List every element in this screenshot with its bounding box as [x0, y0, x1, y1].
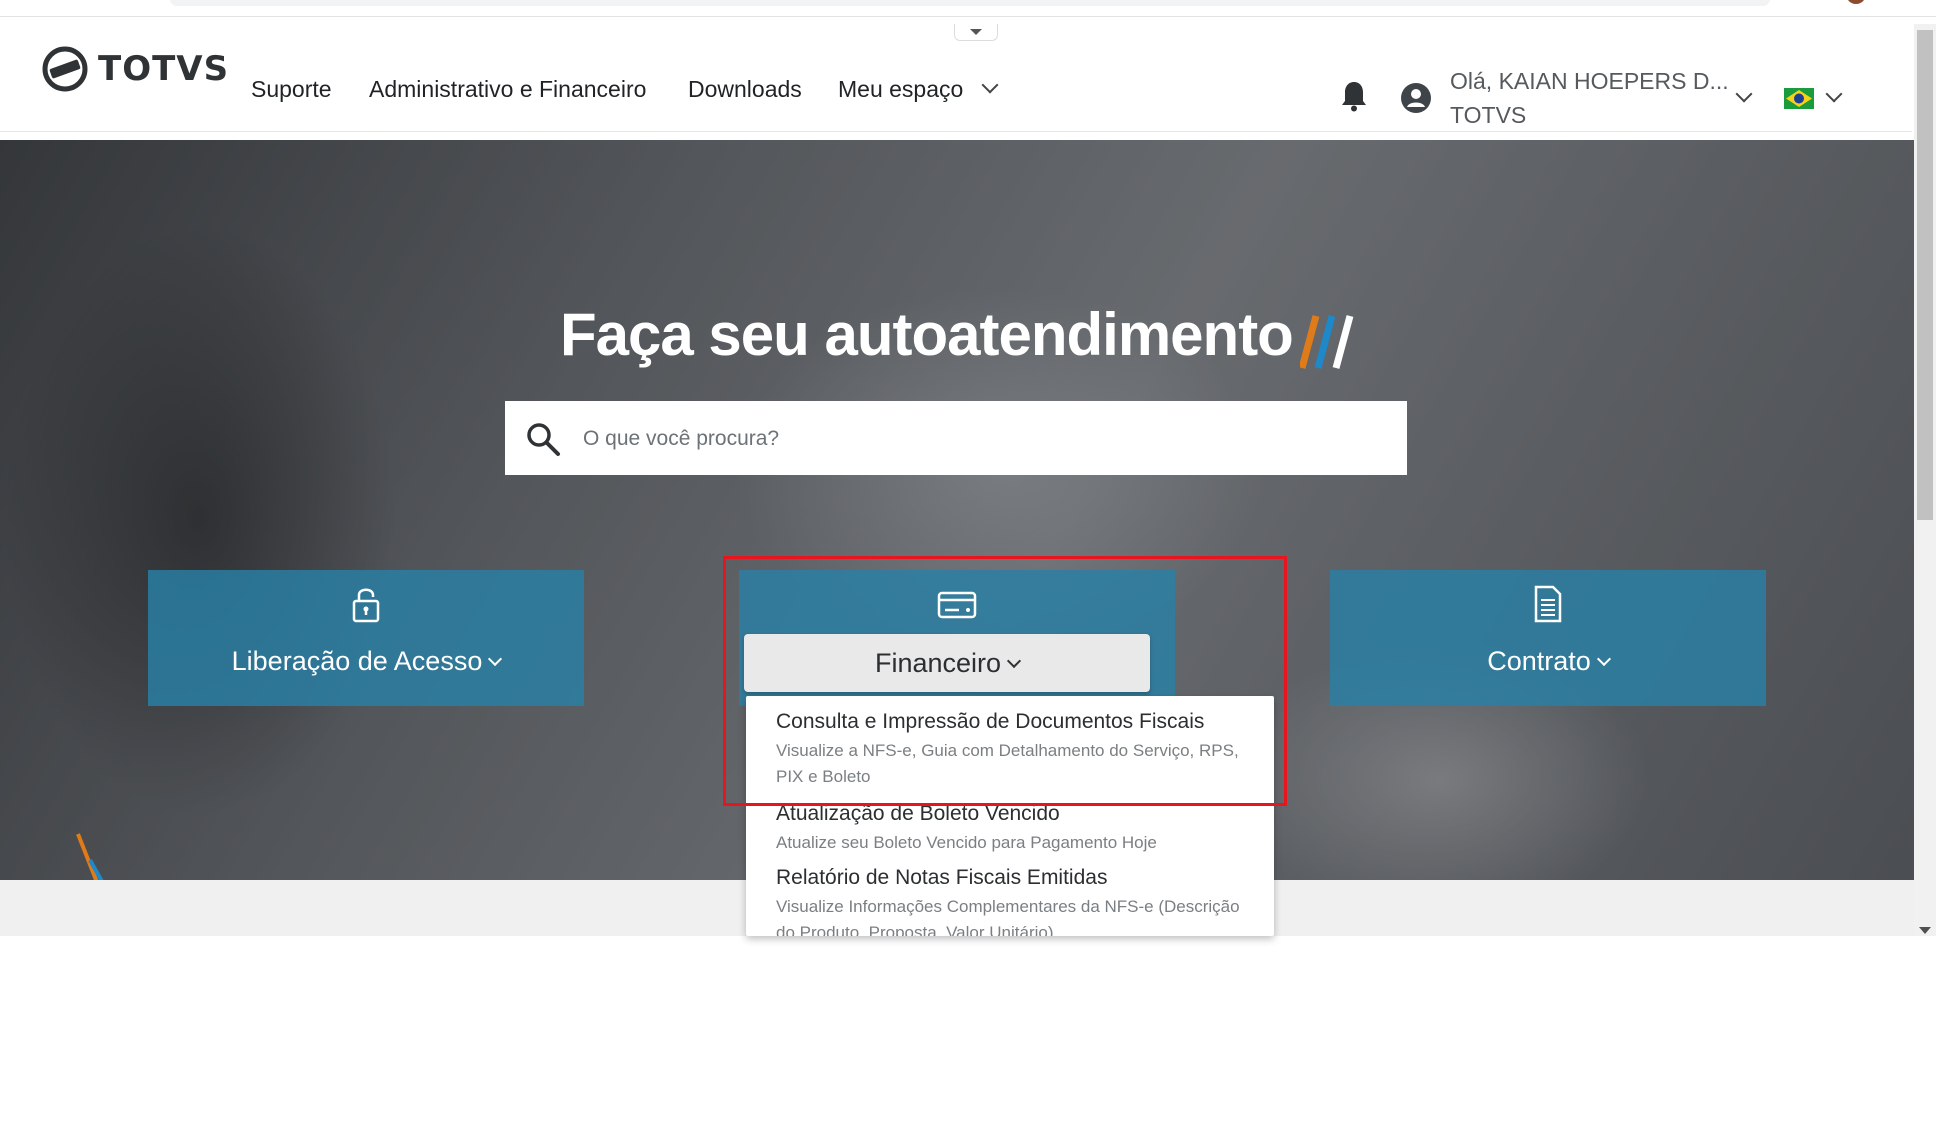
menu-item-description: Atualize seu Boleto Vencido para Pagamen…	[776, 833, 1157, 852]
hero-title: Faça seu autoatendimento	[560, 301, 1294, 368]
document-icon	[1534, 585, 1562, 623]
nav-meu-espaco[interactable]: Meu espaço	[838, 76, 999, 103]
search-box	[505, 401, 1407, 475]
scrollbar-thumb[interactable]	[1917, 30, 1933, 520]
chevron-down-icon	[488, 651, 503, 667]
padlock-icon	[352, 588, 380, 623]
annotation-highlight-box	[723, 556, 1287, 806]
totvs-logo-icon	[42, 46, 88, 92]
menu-item-title: Relatório de Notas Fiscais Emitidas	[776, 866, 1108, 889]
card-contrato-label: Contrato	[1330, 646, 1766, 677]
bell-icon[interactable]	[1340, 80, 1368, 112]
scroll-down-arrow-icon[interactable]	[1919, 927, 1931, 934]
card-liberacao-acesso-label: Liberação de Acesso	[148, 646, 584, 677]
menu-item-description: Visualize Informações Complementares da …	[776, 897, 1240, 936]
card-liberacao-acesso-text: Liberação de Acesso	[231, 646, 483, 676]
brazil-flag-icon[interactable]	[1784, 88, 1814, 109]
card-liberacao-acesso[interactable]: Liberação de Acesso	[148, 570, 584, 706]
logo-text: TOTVS	[98, 49, 230, 89]
nav-suporte[interactable]: Suporte	[251, 76, 332, 103]
menu-item-relatorio-notas-fiscais[interactable]: Relatório de Notas Fiscais Emitidas Visu…	[776, 866, 1256, 936]
user-avatar-icon[interactable]	[1400, 82, 1432, 114]
user-greeting[interactable]: Olá, KAIAN HOEPERS D...	[1450, 68, 1729, 95]
brand-slashes-icon	[1300, 315, 1354, 369]
header-collapse-toggle[interactable]	[954, 24, 998, 41]
chevron-down-icon	[1596, 651, 1611, 667]
page-scrollbar[interactable]	[1914, 24, 1936, 936]
nav-administrativo-financeiro[interactable]: Administrativo e Financeiro	[369, 76, 646, 103]
browser-top-strip	[0, 0, 1936, 17]
chevron-down-icon	[981, 76, 999, 94]
user-menu-chevron-icon[interactable]	[1735, 85, 1753, 103]
site-header: TOTVS Suporte Administrativo e Financeir…	[0, 24, 1912, 132]
user-organization: TOTVS	[1450, 102, 1527, 128]
search-icon[interactable]	[525, 421, 561, 457]
search-input[interactable]	[581, 419, 1385, 459]
totvs-logo[interactable]: TOTVS	[42, 46, 229, 92]
nav-meu-espaco-label: Meu espaço	[838, 76, 964, 102]
language-chevron-icon[interactable]	[1825, 85, 1843, 103]
address-bar-remnant	[170, 0, 1770, 6]
card-contrato[interactable]: Contrato	[1330, 570, 1766, 706]
nav-downloads[interactable]: Downloads	[688, 76, 802, 103]
browser-profile-icon[interactable]	[1846, 0, 1866, 4]
menu-item-atualizacao-boleto[interactable]: Atualização de Boleto Vencido Atualize s…	[776, 802, 1256, 856]
card-contrato-text: Contrato	[1487, 646, 1591, 676]
